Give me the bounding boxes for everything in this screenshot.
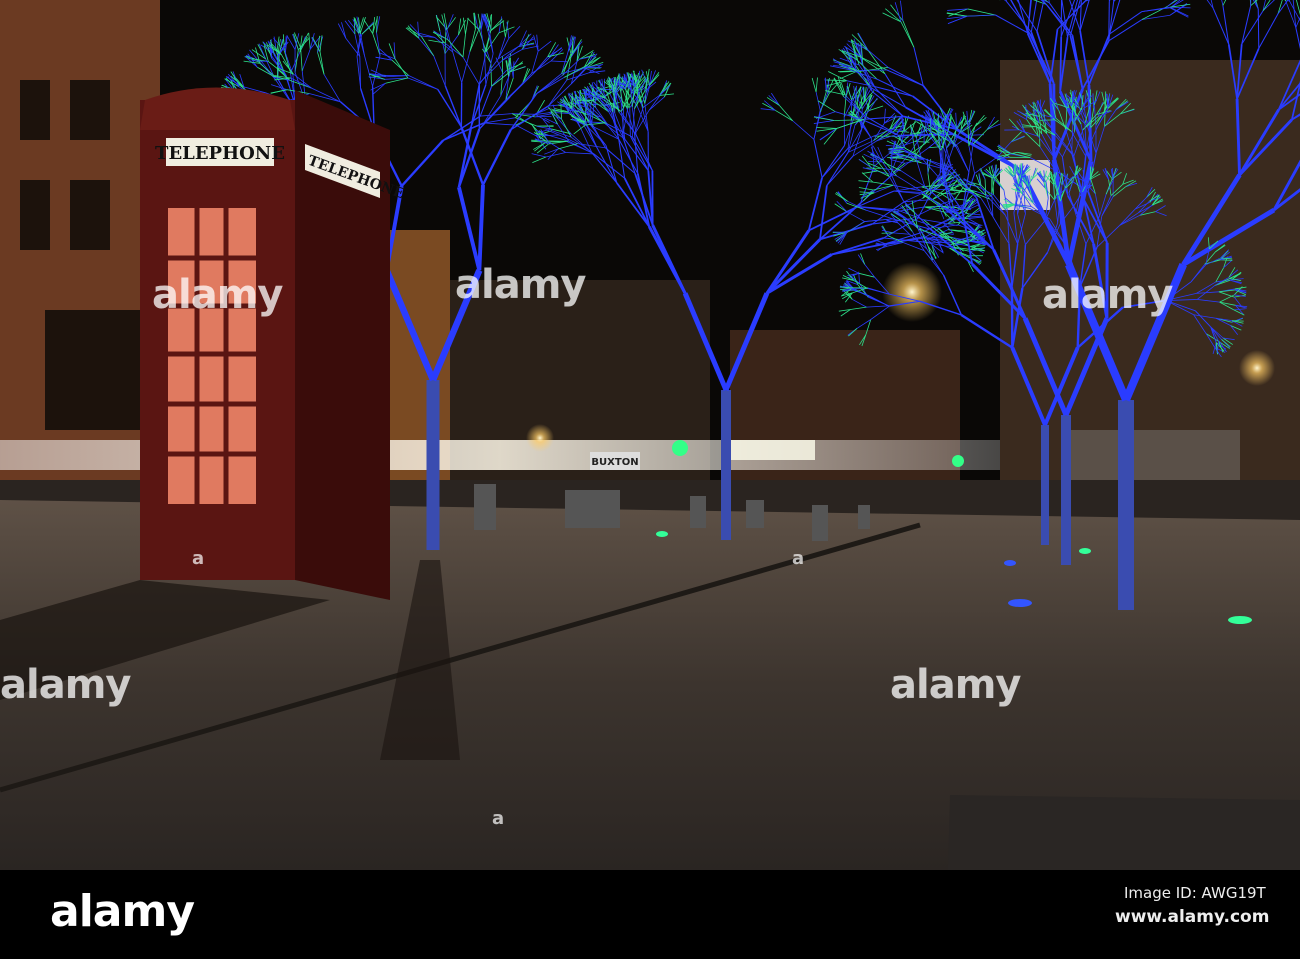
watermark-phonebox: alamy (152, 272, 283, 318)
tree-branch (1257, 8, 1260, 49)
watermark-left: alamy (0, 662, 131, 708)
night-street-photo: BUXTON TELEPHONE TELEPHONE (0, 0, 1300, 870)
footer-bar: alamy Image ID: AWG19T www.alamy.com (0, 870, 1300, 959)
tree-branch (1059, 36, 1063, 92)
watermark-right: alamy (890, 662, 1021, 708)
tree-branch (930, 118, 932, 133)
site-url[interactable]: www.alamy.com (1115, 907, 1269, 927)
tree-branch (868, 161, 883, 163)
tree-trunk (426, 380, 440, 550)
telephone-box: TELEPHONE TELEPHONE (140, 87, 406, 600)
tree-branch (629, 107, 631, 136)
tree-trunk (1061, 415, 1071, 565)
tree-branch (858, 69, 887, 71)
alamy-logo: alamy (50, 886, 195, 937)
watermark-mark: a (492, 808, 505, 829)
tree-trunk (1118, 400, 1134, 610)
watermark-center: alamy (455, 262, 586, 308)
tree-trunk (1041, 425, 1049, 545)
street-lamp (882, 262, 942, 322)
image-id: Image ID: AWG19T (1124, 884, 1266, 902)
watermark-mark: a (192, 548, 205, 569)
watermark-tree: alamy (1042, 272, 1173, 318)
tree-branch (544, 134, 560, 136)
shop-sign: BUXTON (591, 457, 638, 468)
telephone-sign-front: TELEPHONE (155, 143, 285, 164)
tree-trunk (721, 390, 731, 540)
watermark-mark: a (792, 548, 805, 569)
